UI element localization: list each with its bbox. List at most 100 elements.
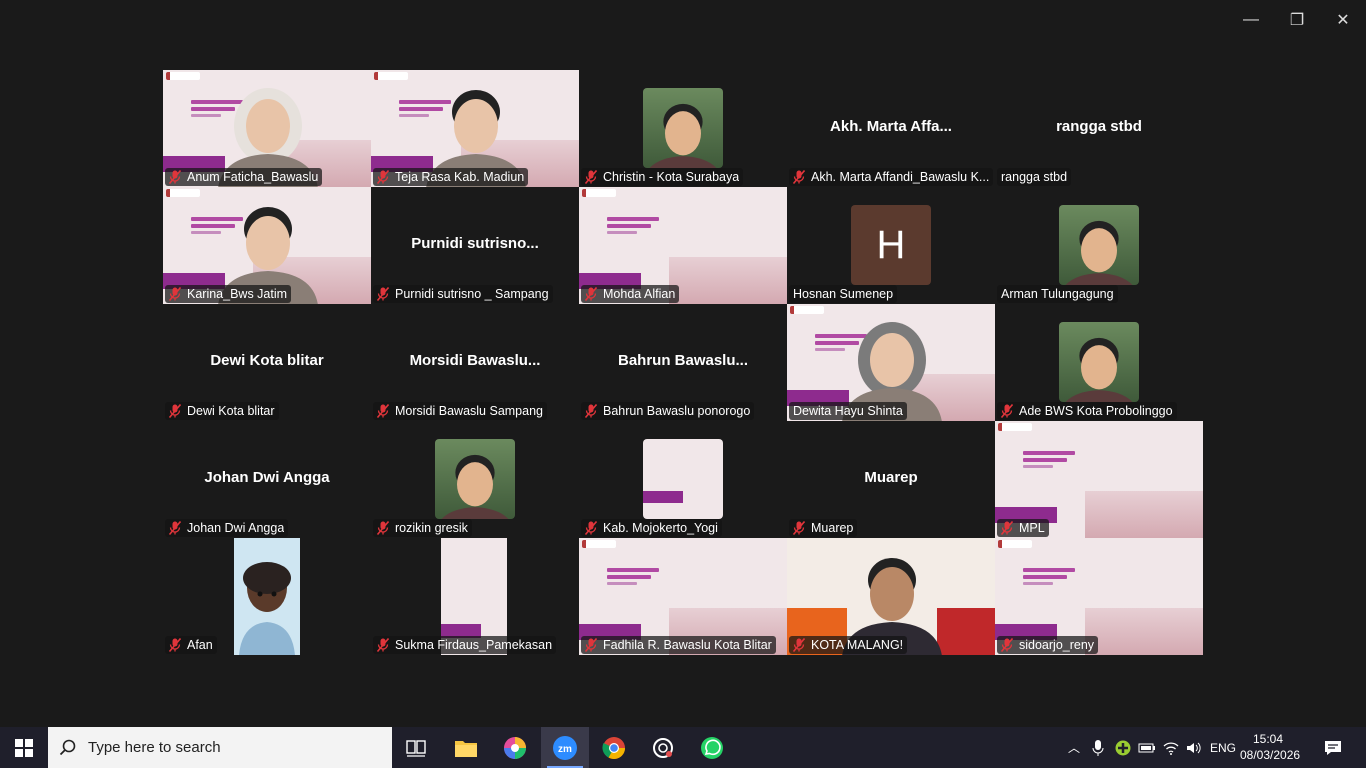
participant-tile[interactable]: Dewi Kota blitar Dewi Kota blitar: [163, 304, 371, 421]
participant-video: [1065, 220, 1133, 285]
clock-time: 15:04: [1252, 732, 1284, 746]
participant-tile[interactable]: Fadhila R. Bawaslu Kota Blitar: [579, 538, 787, 655]
participant-tile[interactable]: Ade BWS Kota Probolinggo: [995, 304, 1203, 421]
participant-name-display: Bahrun Bawaslu...: [617, 352, 749, 369]
chatgpt-button[interactable]: [639, 727, 687, 768]
microphone-icon: [1092, 739, 1104, 756]
participant-tile[interactable]: rozikin gresik: [371, 421, 579, 538]
participant-name: Hosnan Sumenep: [793, 287, 894, 301]
participant-tile[interactable]: H Hosnan Sumenep: [787, 187, 995, 304]
search-icon: [48, 739, 88, 757]
participant-tile[interactable]: Purnidi sutrisno... Purnidi sutrisno _ Sa…: [371, 187, 579, 304]
participant-tile[interactable]: Mohda Alfian: [579, 187, 787, 304]
minimize-button[interactable]: —: [1231, 6, 1271, 34]
microphone-tray-button[interactable]: [1088, 727, 1108, 768]
participant-tile[interactable]: Bahrun Bawaslu... Bahrun Bawaslu ponorogo: [579, 304, 787, 421]
restore-button[interactable]: ❐: [1277, 6, 1317, 34]
participant-tile[interactable]: Akh. Marta Affa... Akh. Marta Affandi_Baw…: [787, 70, 995, 187]
participant-tile[interactable]: Teja Rasa Kab. Madiun: [371, 70, 579, 187]
muted-mic-icon: [169, 287, 181, 301]
network-button[interactable]: [1160, 727, 1182, 768]
zoom-button[interactable]: zm: [541, 727, 589, 768]
participant-name-label: Kab. Mojokerto_Yogi: [581, 519, 722, 537]
start-button[interactable]: [0, 727, 48, 768]
chrome-icon: [602, 736, 625, 759]
browser-icon: [504, 736, 526, 759]
participant-name-label: Sukma Firdaus_Pamekasan: [373, 636, 557, 654]
muted-mic-icon: [377, 404, 389, 418]
browser-button[interactable]: [491, 727, 539, 768]
windows-taskbar: Type here to search zm ︿ ENG 15:04 08/03…: [0, 727, 1366, 768]
participant-name: Kab. Mojokerto_Yogi: [603, 521, 718, 535]
participant-name: Purnidi sutrisno _ Sampang: [395, 287, 549, 301]
file-explorer-button[interactable]: [442, 727, 490, 768]
wifi-icon: [1163, 741, 1179, 755]
task-view-button[interactable]: [392, 727, 440, 768]
app-tray-button[interactable]: [1112, 727, 1134, 768]
participant-tile[interactable]: Arman Tulungagung: [995, 187, 1203, 304]
participant-tile[interactable]: Sukma Firdaus_Pamekasan: [371, 538, 579, 655]
whatsapp-icon: [701, 736, 723, 759]
show-hidden-icons-button[interactable]: ︿: [1064, 727, 1084, 768]
participant-tile[interactable]: Anum Faticha_Bawaslu: [163, 70, 371, 187]
zoom-meeting-window: — ❐ ✕ Anum Faticha_Bawaslu Teja Rasa Kab.…: [0, 0, 1366, 727]
participant-name-label: rangga stbd: [997, 168, 1072, 186]
participant-name-label: Akh. Marta Affandi_Bawaslu K...: [789, 168, 994, 186]
participant-name-label: Fadhila R. Bawaslu Kota Blitar: [581, 636, 776, 654]
participant-name-label: MPL: [997, 519, 1049, 537]
participant-name: Akh. Marta Affandi_Bawaslu K...: [811, 170, 990, 184]
participant-name: Arman Tulungagung: [1001, 287, 1114, 301]
participant-name-label: rozikin gresik: [373, 519, 472, 537]
close-button[interactable]: ✕: [1323, 6, 1363, 34]
participant-tile[interactable]: sidoarjo_reny: [995, 538, 1203, 655]
participant-tile[interactable]: KOTA MALANG!: [787, 538, 995, 655]
participant-video: [435, 439, 515, 519]
notification-icon: [1325, 740, 1341, 755]
taskbar-search-box[interactable]: Type here to search: [48, 727, 392, 768]
participant-tile[interactable]: Johan Dwi Angga Johan Dwi Angga: [163, 421, 371, 538]
participant-tile[interactable]: Morsidi Bawaslu... Morsidi Bawaslu Sampan…: [371, 304, 579, 421]
participant-name: Afan: [187, 638, 213, 652]
participant-tile[interactable]: MPL: [995, 421, 1203, 538]
battery-icon: [1138, 743, 1155, 752]
participant-video: [1065, 337, 1133, 402]
battery-button[interactable]: [1136, 727, 1158, 768]
participant-name: Anum Faticha_Bawaslu: [187, 170, 319, 184]
muted-mic-icon: [377, 638, 389, 652]
chrome-button[interactable]: [590, 727, 638, 768]
input-language-button[interactable]: ENG: [1208, 727, 1238, 768]
participant-name: MPL: [1019, 521, 1045, 535]
participant-name-label: Ade BWS Kota Probolinggo: [997, 402, 1177, 420]
action-center-button[interactable]: [1318, 727, 1348, 768]
participant-video: [234, 538, 300, 655]
participant-tile[interactable]: Karina_Bws Jatim: [163, 187, 371, 304]
participant-name-label: Mohda Alfian: [581, 285, 680, 303]
participant-tile[interactable]: Dewita Hayu Shinta: [787, 304, 995, 421]
participant-name: Mohda Alfian: [603, 287, 676, 301]
speaker-icon: [1187, 742, 1201, 753]
participant-name-label: Teja Rasa Kab. Madiun: [373, 168, 529, 186]
muted-mic-icon: [169, 404, 181, 418]
participant-name-label: Afan: [165, 636, 217, 654]
muted-mic-icon: [169, 521, 181, 535]
participant-name-label: Dewita Hayu Shinta: [789, 402, 907, 420]
muted-mic-icon: [585, 521, 597, 535]
participant-name-label: KOTA MALANG!: [789, 636, 908, 654]
participant-name: Teja Rasa Kab. Madiun: [395, 170, 525, 184]
participant-tile[interactable]: Afan: [163, 538, 371, 655]
participant-name-label: Bahrun Bawaslu ponorogo: [581, 402, 755, 420]
clock[interactable]: 15:04 08/03/2026: [1240, 731, 1301, 763]
participant-name: Christin - Kota Surabaya: [603, 170, 740, 184]
whatsapp-button[interactable]: [688, 727, 736, 768]
clock-date: 08/03/2026: [1240, 748, 1301, 762]
volume-button[interactable]: [1184, 727, 1204, 768]
participant-name-label: Johan Dwi Angga: [165, 519, 289, 537]
participant-name: KOTA MALANG!: [811, 638, 904, 652]
participant-tile[interactable]: Christin - Kota Surabaya: [579, 70, 787, 187]
muted-mic-icon: [377, 170, 389, 184]
chatgpt-icon: [653, 737, 673, 758]
participant-tile[interactable]: rangga stbd rangga stbd: [995, 70, 1203, 187]
participant-tile[interactable]: Kab. Mojokerto_Yogi: [579, 421, 787, 538]
participant-tile[interactable]: Muarep Muarep: [787, 421, 995, 538]
participant-avatar: H: [851, 205, 931, 285]
